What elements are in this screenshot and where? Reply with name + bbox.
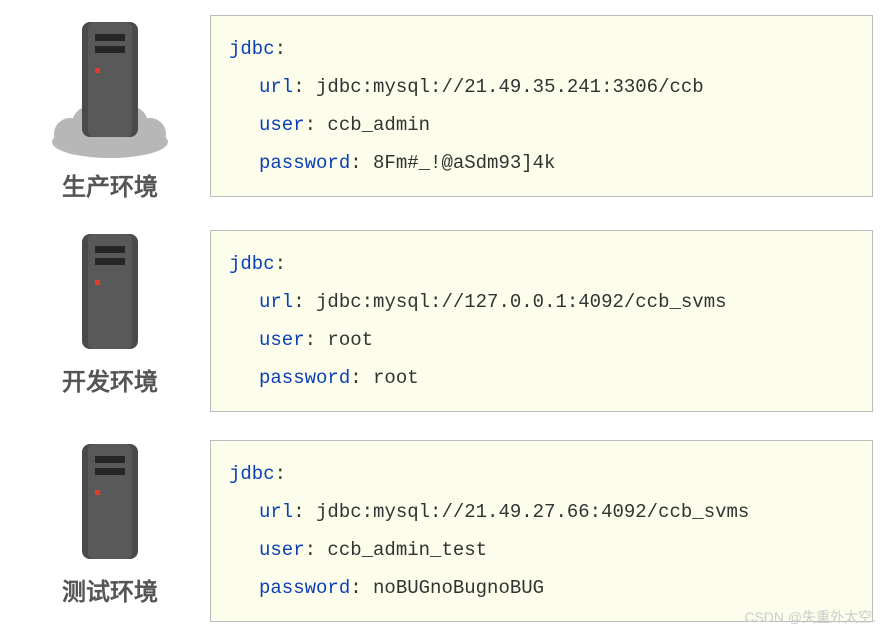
server-col: 生产环境 (10, 15, 210, 202)
yaml-line: password: 8Fm#_!@aSdm93]4k (229, 144, 854, 182)
yaml-line: jdbc: (229, 30, 854, 68)
yaml-value: root (373, 367, 419, 389)
yaml-key: url (259, 291, 293, 313)
yaml-key: jdbc (229, 463, 275, 485)
config-box: jdbc: url: jdbc:mysql://21.49.27.66:4092… (210, 440, 873, 622)
env-label: 生产环境 (62, 167, 158, 202)
yaml-value: jdbc:mysql://127.0.0.1:4092/ccb_svms (316, 291, 726, 313)
yaml-line: url: jdbc:mysql://21.49.35.241:3306/ccb (229, 68, 854, 106)
server-icon (40, 17, 180, 157)
yaml-key: password (259, 152, 350, 174)
yaml-key: jdbc (229, 38, 275, 60)
yaml-line: password: root (229, 359, 854, 397)
yaml-line: user: ccb_admin_test (229, 531, 854, 569)
yaml-key: user (259, 539, 305, 561)
server-col: 开发环境 (10, 230, 210, 397)
yaml-key: password (259, 367, 350, 389)
yaml-line: password: noBUGnoBugnoBUG (229, 569, 854, 607)
yaml-line: user: root (229, 321, 854, 359)
yaml-value: ccb_admin_test (327, 539, 487, 561)
env-label: 开发环境 (62, 362, 158, 397)
yaml-line: url: jdbc:mysql://127.0.0.1:4092/ccb_svm… (229, 283, 854, 321)
yaml-key: url (259, 76, 293, 98)
yaml-value: ccb_admin (327, 114, 430, 136)
server-icon (40, 232, 180, 352)
yaml-value: jdbc:mysql://21.49.27.66:4092/ccb_svms (316, 501, 749, 523)
yaml-value: 8Fm#_!@aSdm93]4k (373, 152, 555, 174)
yaml-line: user: ccb_admin (229, 106, 854, 144)
env-label: 测试环境 (62, 572, 158, 607)
yaml-key: url (259, 501, 293, 523)
yaml-key: user (259, 329, 305, 351)
yaml-line: jdbc: (229, 245, 854, 283)
config-box: jdbc: url: jdbc:mysql://127.0.0.1:4092/c… (210, 230, 873, 412)
yaml-key: jdbc (229, 253, 275, 275)
watermark-text: CSDN @失重外太空. (744, 607, 876, 627)
yaml-value: noBUGnoBugnoBUG (373, 577, 544, 599)
config-box: jdbc: url: jdbc:mysql://21.49.35.241:330… (210, 15, 873, 197)
yaml-line: jdbc: (229, 455, 854, 493)
env-row-development: 开发环境 jdbc: url: jdbc:mysql://127.0.0.1:4… (10, 230, 873, 412)
yaml-key: user (259, 114, 305, 136)
server-icon (40, 442, 180, 562)
yaml-line: url: jdbc:mysql://21.49.27.66:4092/ccb_s… (229, 493, 854, 531)
env-row-test: 测试环境 jdbc: url: jdbc:mysql://21.49.27.66… (10, 440, 873, 622)
server-col: 测试环境 (10, 440, 210, 607)
env-row-production: 生产环境 jdbc: url: jdbc:mysql://21.49.35.24… (10, 15, 873, 202)
yaml-value: root (327, 329, 373, 351)
yaml-value: jdbc:mysql://21.49.35.241:3306/ccb (316, 76, 704, 98)
yaml-key: password (259, 577, 350, 599)
